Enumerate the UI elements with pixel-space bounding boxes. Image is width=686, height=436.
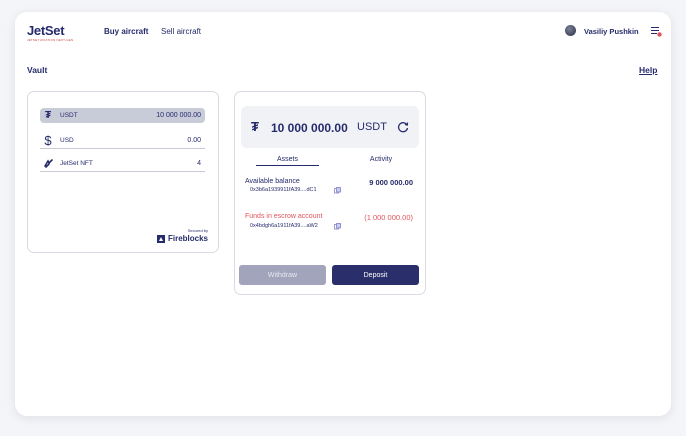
nft-icon bbox=[42, 156, 54, 170]
wallet-amount: 0.00 bbox=[187, 137, 201, 144]
copy-icon[interactable] bbox=[334, 187, 341, 194]
tether-icon: ₮ bbox=[44, 109, 52, 121]
deposit-button[interactable]: Deposit bbox=[332, 265, 419, 285]
escrow-label: Funds in escrow account bbox=[245, 213, 323, 220]
tab-activity[interactable]: Activity bbox=[355, 156, 407, 163]
refresh-icon[interactable] bbox=[396, 120, 410, 134]
withdraw-button[interactable]: Withdraw bbox=[239, 265, 326, 285]
wallet-name: USDT bbox=[60, 112, 78, 119]
wallet-amount: 10 000 000.00 bbox=[156, 112, 201, 119]
copy-icon[interactable] bbox=[334, 223, 341, 230]
app-window: JetSet JETSET AVIATION NEXT-GEN Buy airc… bbox=[15, 12, 671, 416]
nav-buy-aircraft[interactable]: Buy aircraft bbox=[104, 27, 148, 36]
wallet-row-usdt[interactable]: ₮ USDT 10 000 000.00 bbox=[40, 108, 205, 123]
available-balance-label: Available balance bbox=[245, 178, 300, 185]
top-header: JetSet JETSET AVIATION NEXT-GEN Buy airc… bbox=[15, 12, 671, 54]
logo-text: JetSet bbox=[27, 23, 65, 38]
balance-ticker: USDT bbox=[357, 121, 387, 133]
fireblocks-badge: Secured by Fireblocks bbox=[156, 228, 208, 243]
balance-value: 10 000 000.00 bbox=[271, 121, 348, 135]
menu-icon[interactable] bbox=[650, 25, 662, 37]
avatar[interactable] bbox=[565, 25, 576, 36]
fireblocks-text: Fireblocks bbox=[167, 234, 208, 243]
secured-by-label: Secured by bbox=[187, 228, 208, 233]
escrow-amount: (1 000 000.00) bbox=[364, 213, 413, 222]
available-address: 0x3b6a1939911fA39....dC1 bbox=[250, 187, 317, 193]
wallet-row-jetset-nft[interactable]: JetSet NFT 4 bbox=[40, 156, 205, 172]
wallet-detail-card: ₮ 10 000 000.00 USDT Assets Activity Ava… bbox=[234, 91, 426, 295]
available-amount: 9 000 000.00 bbox=[369, 178, 413, 187]
nav-sell-aircraft[interactable]: Sell aircraft bbox=[161, 27, 201, 36]
page-title: Vault bbox=[27, 65, 48, 75]
user-name[interactable]: Vasiliy Pushkin bbox=[584, 27, 639, 36]
wallet-amount: 4 bbox=[197, 160, 201, 167]
tether-icon: ₮ bbox=[251, 119, 259, 134]
escrow-address: 0x4bdgh6a1911fA39....aW2 bbox=[250, 223, 318, 229]
wallet-name: JetSet NFT bbox=[60, 160, 93, 167]
fireblocks-icon bbox=[156, 234, 165, 243]
wallet-row-usd[interactable]: $ USD 0.00 bbox=[40, 133, 205, 149]
balance-summary: ₮ 10 000 000.00 USDT bbox=[241, 106, 419, 148]
help-link[interactable]: Help bbox=[639, 65, 657, 75]
wallet-name: USD bbox=[60, 137, 74, 144]
tab-assets[interactable]: Assets bbox=[256, 156, 319, 166]
logo-subtitle: JETSET AVIATION NEXT-GEN bbox=[27, 38, 74, 42]
fireblocks-label: Fireblocks bbox=[156, 234, 208, 243]
jetset-logo[interactable]: JetSet JETSET AVIATION NEXT-GEN bbox=[27, 24, 73, 42]
dollar-icon: $ bbox=[44, 132, 52, 148]
wallet-list-card: ₮ USDT 10 000 000.00 $ USD 0.00 JetSet N… bbox=[27, 91, 219, 253]
